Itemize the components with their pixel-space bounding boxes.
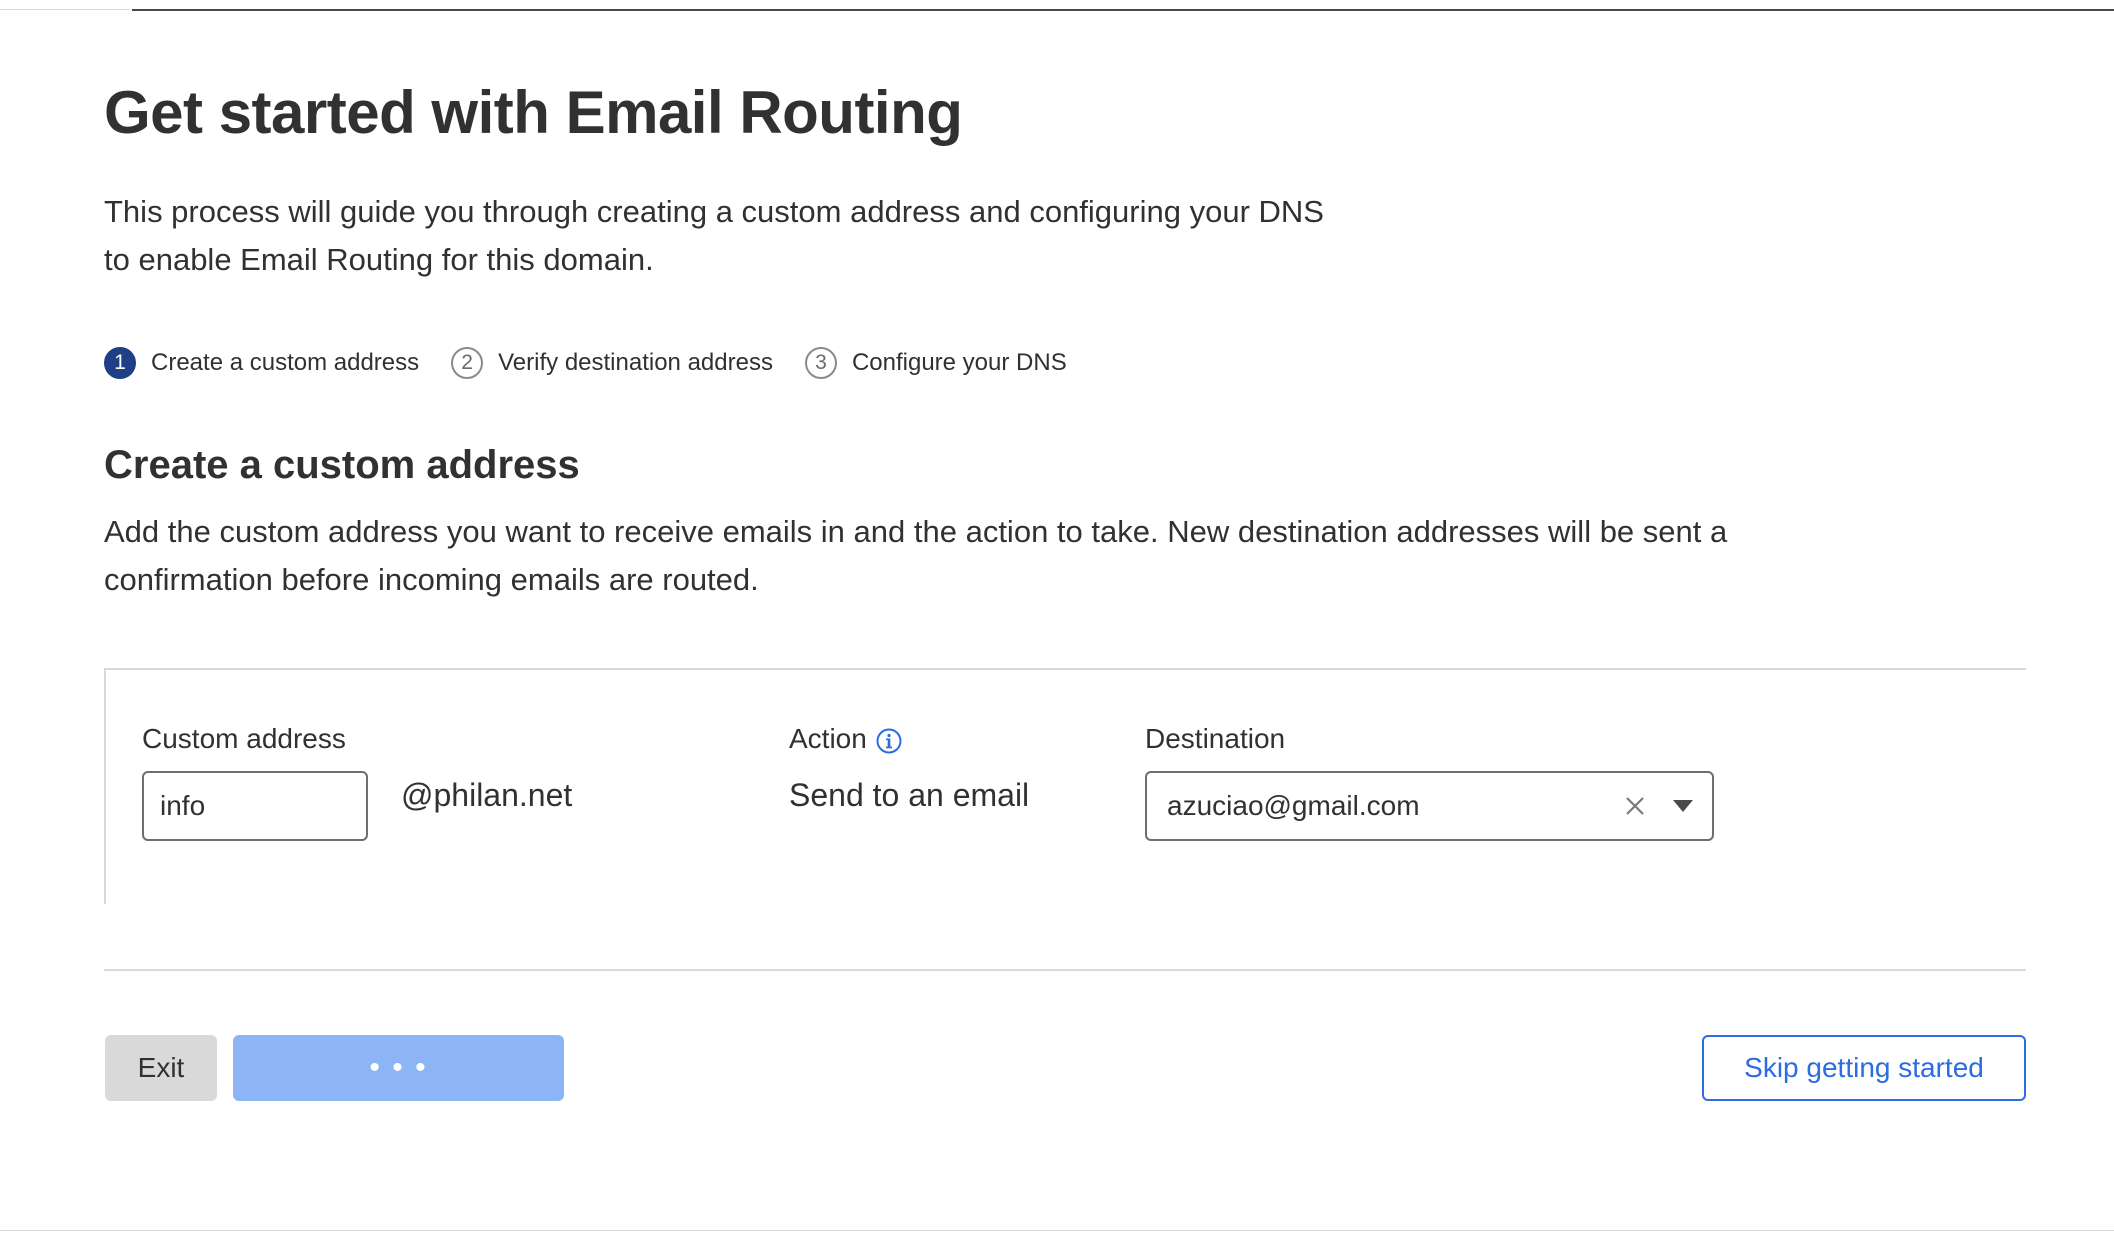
- action-label: Action: [789, 723, 867, 754]
- top-divider: [132, 9, 2114, 11]
- skip-getting-started-button[interactable]: Skip getting started: [1702, 1035, 2026, 1101]
- step-number-1: 1: [104, 347, 136, 379]
- progress-steps: 1 Create a custom address 2 Verify desti…: [104, 345, 1099, 381]
- top-divider-left: [0, 9, 130, 10]
- chevron-down-icon[interactable]: [1672, 799, 1694, 813]
- custom-address-input[interactable]: [142, 771, 368, 841]
- close-icon[interactable]: [1624, 795, 1646, 817]
- form-bottom-divider: [104, 969, 2026, 971]
- step-number-2: 2: [451, 347, 484, 379]
- step-verify-destination: 2 Verify destination address: [451, 347, 773, 379]
- step-create-custom-address: 1 Create a custom address: [104, 347, 419, 379]
- step-label-2: Verify destination address: [498, 349, 773, 376]
- custom-address-label: Custom address: [142, 723, 346, 754]
- page-title: Get started with Email Routing: [104, 79, 963, 146]
- info-icon[interactable]: [876, 728, 902, 754]
- exit-button[interactable]: Exit: [105, 1035, 217, 1101]
- step-label-3: Configure your DNS: [851, 349, 1067, 376]
- continue-button-loading[interactable]: • • •: [233, 1035, 564, 1101]
- intro-text: This process will guide you through crea…: [104, 188, 1504, 284]
- step-configure-dns: 3 Configure your DNS: [804, 347, 1067, 379]
- destination-select[interactable]: azuciao@gmail.com: [1145, 771, 1714, 841]
- section-desc-line-2: confirmation before incoming emails are …: [104, 562, 759, 597]
- destination-value: azuciao@gmail.com: [1167, 790, 1420, 821]
- step-label-1: Create a custom address: [151, 349, 420, 376]
- routing-rule-form: [104, 668, 2026, 904]
- section-title: Create a custom address: [104, 443, 580, 487]
- domain-suffix: @philan.net: [401, 777, 573, 813]
- step-number-3: 3: [804, 347, 837, 379]
- intro-line-2: to enable Email Routing for this domain.: [104, 242, 654, 277]
- destination-label: Destination: [1145, 723, 1286, 754]
- bottom-divider: [0, 1230, 2114, 1231]
- section-desc-line-1: Add the custom address you want to recei…: [104, 514, 1728, 549]
- section-description: Add the custom address you want to recei…: [104, 508, 2024, 604]
- intro-line-1: This process will guide you through crea…: [104, 194, 1324, 229]
- action-value: Send to an email: [789, 777, 1030, 813]
